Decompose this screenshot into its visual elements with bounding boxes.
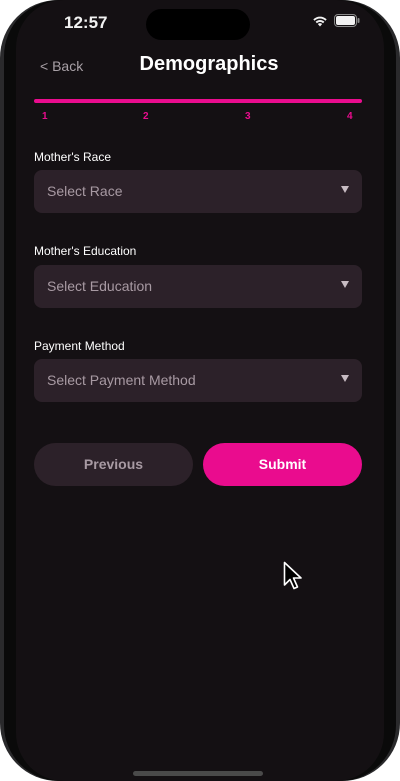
progress-step-1: 1 bbox=[42, 111, 48, 122]
race-select[interactable]: Select Race bbox=[34, 170, 362, 213]
status-icons bbox=[312, 14, 360, 27]
status-bar: 12:57 bbox=[16, 0, 384, 50]
wifi-icon bbox=[312, 15, 328, 27]
status-time: 12:57 bbox=[64, 13, 108, 32]
previous-button[interactable]: Previous bbox=[34, 443, 193, 486]
chevron-down-icon bbox=[341, 281, 349, 288]
progress-step-2: 2 bbox=[143, 111, 149, 122]
progress-step-4: 4 bbox=[347, 111, 353, 122]
payment-select[interactable]: Select Payment Method bbox=[34, 359, 362, 402]
page-title: Demographics bbox=[139, 53, 279, 75]
race-label: Mother's Race bbox=[34, 150, 111, 164]
payment-select-value: Select Payment Method bbox=[47, 372, 196, 388]
chevron-down-icon bbox=[341, 186, 349, 193]
chevron-down-icon bbox=[341, 375, 349, 382]
battery-icon bbox=[334, 14, 360, 27]
home-indicator bbox=[133, 771, 263, 776]
race-select-value: Select Race bbox=[47, 183, 123, 199]
header: < Back Demographics bbox=[16, 48, 384, 84]
education-select-value: Select Education bbox=[47, 278, 153, 294]
education-select[interactable]: Select Education bbox=[34, 265, 362, 308]
progress-bar bbox=[34, 99, 362, 103]
cursor-icon bbox=[283, 561, 303, 596]
app-screen: 12:57 < Back Demographics 1 2 3 4 Mother… bbox=[16, 0, 384, 781]
payment-label: Payment Method bbox=[34, 339, 125, 353]
progress-step-3: 3 bbox=[245, 111, 251, 122]
education-label: Mother's Education bbox=[34, 244, 137, 258]
submit-button[interactable]: Submit bbox=[203, 443, 362, 486]
dynamic-island bbox=[146, 9, 250, 40]
